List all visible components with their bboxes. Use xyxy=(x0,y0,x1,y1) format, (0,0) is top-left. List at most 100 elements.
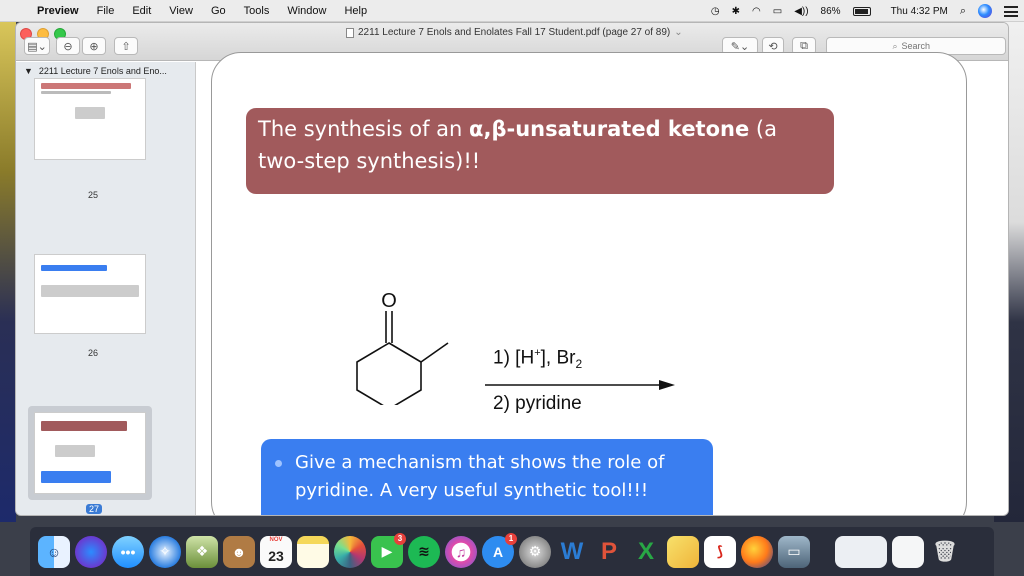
cyclohexane-ring xyxy=(356,342,422,410)
sidebar-doc-name: 2211 Lecture 7 Enols and Eno... xyxy=(38,66,167,76)
calendar-icon[interactable]: NOV 23 xyxy=(260,535,292,568)
methyl-bond xyxy=(420,342,449,363)
bluetooth-icon[interactable]: ✱ xyxy=(732,6,740,17)
photos-icon[interactable] xyxy=(334,535,366,568)
document-canvas[interactable]: The synthesis of an α,β-unsaturated keto… xyxy=(197,52,1008,515)
menu-go[interactable]: Go xyxy=(202,5,235,17)
bullet-icon xyxy=(275,460,282,467)
battery-percent[interactable]: 86% xyxy=(821,6,841,17)
menu-bar: Preview File Edit View Go Tools Window H… xyxy=(0,0,1024,22)
itunes-icon[interactable]: ♫ xyxy=(445,535,477,568)
toolbox-icon: ⧉ xyxy=(800,39,808,52)
time-machine-icon[interactable]: ◷ xyxy=(711,6,720,17)
acrobat-icon[interactable]: ⟆ xyxy=(704,535,736,568)
volume-icon[interactable]: ◀)) xyxy=(794,6,808,17)
search-icon: ⌕ xyxy=(892,40,898,51)
menu-window[interactable]: Window xyxy=(278,5,335,17)
callout-text: Give a mechanism that shows the role of … xyxy=(295,452,665,501)
battery-icon[interactable] xyxy=(852,6,871,16)
dock: ☺ ••• ✧ ❖ ☻ NOV 23 ▶ 3 ≋ ♫ A1 ⚙ W P X ⟆ ▭… xyxy=(30,527,994,576)
cyclohexanone-bonds xyxy=(356,311,449,410)
contacts-icon[interactable]: ☻ xyxy=(223,535,255,568)
pdf-document-icon xyxy=(346,27,354,38)
menu-edit[interactable]: Edit xyxy=(123,5,160,17)
cyclohexanone-structure: O xyxy=(356,290,449,410)
wifi-icon[interactable]: ◠ xyxy=(752,6,761,17)
rotate-icon: ⟲ xyxy=(768,40,778,53)
page-thumbnail-25[interactable] xyxy=(34,78,146,160)
folder-stack-icon[interactable] xyxy=(835,535,887,568)
trash-icon[interactable]: 🗑 xyxy=(929,536,961,568)
siri-dock-icon[interactable] xyxy=(75,535,107,568)
zoom-in-button[interactable]: ⊕ xyxy=(82,37,106,55)
search-input[interactable] xyxy=(901,41,940,51)
safari-icon[interactable]: ✧ xyxy=(149,535,181,568)
page-thumbnail-27[interactable] xyxy=(34,412,146,494)
reaction-scheme: O 1) [H+], Br2 2) pyridine xyxy=(320,255,675,414)
spotify-icon[interactable]: ≋ xyxy=(408,535,440,568)
desktop-background-left xyxy=(0,22,16,522)
preview-app-icon[interactable]: ❖ xyxy=(186,535,218,568)
share-button[interactable]: ⇧ xyxy=(114,37,138,55)
reagent-step-1: 1) [H+], Br2 xyxy=(493,347,582,371)
sidebar-doc-header[interactable]: ▼ 2211 Lecture 7 Enols and Eno... xyxy=(24,66,167,76)
zoom-in-icon: ⊕ xyxy=(89,40,99,53)
system-preferences-icon[interactable]: ⚙ xyxy=(519,535,551,568)
firefox-icon[interactable] xyxy=(741,535,773,568)
slide-title-box: The synthesis of an α,β-unsaturated keto… xyxy=(246,108,834,194)
excel-icon[interactable]: X xyxy=(630,536,662,568)
reagent-1-middle: ], Br xyxy=(540,347,576,369)
reagent-1-subscript: 2 xyxy=(575,357,583,372)
reaction-arrow-head xyxy=(659,380,675,390)
slide-title-text-1: The synthesis of an xyxy=(258,117,470,141)
title-chevron-icon[interactable]: ⌄ xyxy=(674,27,682,38)
image-capture-icon[interactable]: ▭ xyxy=(778,535,810,568)
sidebar-icon: ▤⌄ xyxy=(27,40,47,53)
share-icon: ⇧ xyxy=(121,40,131,53)
page-number-26: 26 xyxy=(87,348,98,358)
window-title-text: 2211 Lecture 7 Enols and Enolates Fall 1… xyxy=(358,27,671,38)
menu-help[interactable]: Help xyxy=(335,5,376,17)
powerpoint-icon[interactable]: P xyxy=(593,536,625,568)
menu-view[interactable]: View xyxy=(160,5,202,17)
clock[interactable]: Thu 4:32 PM xyxy=(891,6,948,17)
facetime-icon[interactable]: ▶ 3 xyxy=(371,532,406,568)
calendar-month: NOV xyxy=(269,536,283,543)
finder-icon[interactable]: ☺ xyxy=(38,535,70,568)
disclosure-triangle-icon[interactable]: ▼ xyxy=(24,66,33,76)
zoom-out-button[interactable]: ⊖ xyxy=(56,37,80,55)
sidebar-toggle-button[interactable]: ▤⌄ xyxy=(24,37,50,55)
page-number-27-selected: 27 xyxy=(86,504,102,514)
notes-icon[interactable] xyxy=(297,535,329,568)
slide-title-bold: α,β-unsaturated ketone xyxy=(469,117,750,141)
stickies-icon[interactable] xyxy=(667,535,699,568)
page-number-25: 25 xyxy=(87,190,98,200)
thumbnail-sidebar: ▼ 2211 Lecture 7 Enols and Eno... 25 26 … xyxy=(16,62,196,515)
menu-tools[interactable]: Tools xyxy=(235,5,279,17)
status-area: ◷ ✱ ◠ ▭ ◀)) 86% Thu 4:32 PM ⌕ xyxy=(711,0,1018,22)
carbonyl-oxygen-label: O xyxy=(381,290,397,312)
finder-face-icon: ☺ xyxy=(46,543,62,560)
word-icon[interactable]: W xyxy=(556,536,588,568)
menu-file[interactable]: File xyxy=(88,5,124,17)
reagent-step-2: 2) pyridine xyxy=(493,393,582,414)
page-thumbnail-26[interactable] xyxy=(34,254,146,334)
facetime-badge: 3 xyxy=(394,532,406,545)
notification-center-icon[interactable] xyxy=(1004,5,1018,17)
downloads-stack-icon[interactable] xyxy=(892,535,924,568)
calendar-day: 23 xyxy=(268,547,284,564)
airplay-icon[interactable]: ▭ xyxy=(773,6,782,17)
reagent-1-prefix: 1) [H xyxy=(493,347,535,369)
menu-app-name[interactable]: Preview xyxy=(28,5,88,17)
app-store-icon[interactable]: A1 xyxy=(482,532,517,568)
zoom-out-icon: ⊖ xyxy=(63,40,73,53)
window-title[interactable]: 2211 Lecture 7 Enols and Enolates Fall 1… xyxy=(346,27,683,38)
spotlight-icon[interactable]: ⌕ xyxy=(960,5,966,18)
app-store-badge: 1 xyxy=(505,532,517,545)
reaction-arrow-icon xyxy=(485,380,675,390)
preview-window: 2211 Lecture 7 Enols and Enolates Fall 1… xyxy=(16,23,1008,515)
messages-icon[interactable]: ••• xyxy=(112,535,144,568)
siri-icon[interactable] xyxy=(978,4,992,18)
pen-icon: ✎⌄ xyxy=(730,40,750,53)
mechanism-callout: Give a mechanism that shows the role of … xyxy=(261,439,713,515)
